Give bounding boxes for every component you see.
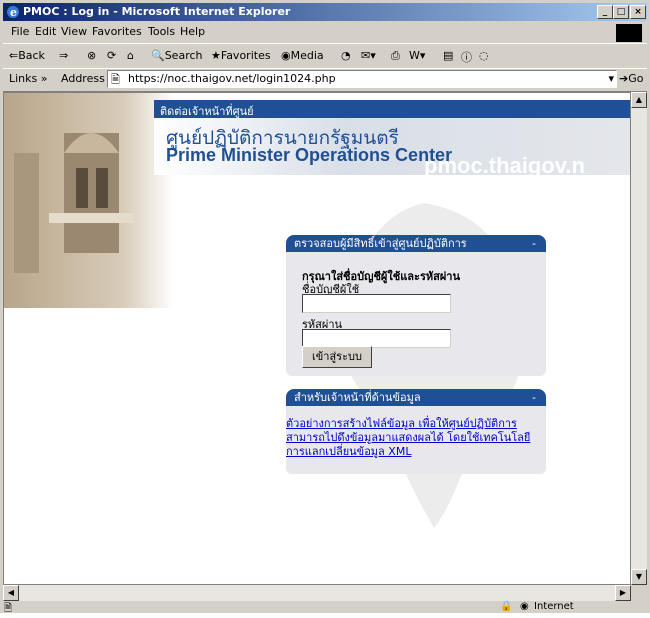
back-button[interactable]: ⇐Back (9, 49, 45, 62)
browser-window: e PMOC : Log in - Microsoft Internet Exp… (0, 0, 650, 614)
favorites-icon: ★ (211, 49, 221, 62)
horizontal-scrollbar[interactable]: ◀ ▶ (3, 585, 631, 601)
links-button[interactable]: Links » (9, 72, 48, 85)
go-label: Go (628, 72, 644, 85)
address-bar: Links » Address 🗎 https://noc.thaigov.ne… (3, 68, 647, 92)
history-icon[interactable]: ◔ (341, 49, 351, 62)
scroll-down-button[interactable]: ▼ (631, 569, 647, 585)
internet-explorer-icon: e (7, 6, 19, 19)
menu-view[interactable]: View (61, 25, 87, 38)
menu-bar: File Edit View Favorites Tools Help (3, 23, 647, 41)
window-title: PMOC : Log in - Microsoft Internet Explo… (23, 5, 291, 18)
home-icon[interactable]: ⌂ (127, 49, 134, 62)
address-label: Address (61, 72, 105, 85)
minimize-button[interactable]: _ (597, 5, 613, 19)
favorites-button[interactable]: ★Favorites (211, 49, 271, 62)
site-name-english: Prime Minister Operations Center (166, 145, 453, 165)
scroll-right-button[interactable]: ▶ (615, 585, 631, 601)
address-url: https://noc.thaigov.net/login1024.php (128, 72, 336, 85)
print-icon[interactable]: ⎙ (391, 49, 400, 63)
login-panel-title: ตรวจสอบผู้มีสิทธิ์เข้าสู่ศูนย์ปฏิบัติการ (294, 237, 467, 250)
mail-icon[interactable]: ✉▾ (361, 49, 376, 62)
login-panel-header: ตรวจสอบผู้มีสิทธิ์เข้าสู่ศูนย์ปฏิบัติการ… (286, 235, 546, 252)
data-panel-collapse-button[interactable]: - (532, 389, 536, 406)
links-label: Links (9, 72, 38, 85)
stop-icon[interactable]: ⊗ (87, 49, 96, 62)
search-button[interactable]: 🔍Search (151, 49, 203, 62)
forward-button[interactable]: ⇒ (59, 49, 68, 62)
scroll-up-button[interactable]: ▲ (631, 92, 647, 108)
page-viewport: ติดต่อเจ้าหน้าที่ศูนย์ ศูนย์ปฏิบัติการนา… (3, 92, 631, 585)
government-building-image (4, 93, 174, 308)
data-panel-header: สำหรับเจ้าหน้าที่ด้านข้อมูล - (286, 389, 546, 406)
close-button[interactable]: × (630, 5, 646, 19)
internet-zone-label: Internet (534, 601, 574, 612)
edit-icon[interactable]: W▾ (409, 49, 425, 62)
menu-edit[interactable]: Edit (35, 25, 56, 38)
scroll-left-button[interactable]: ◀ (3, 585, 19, 601)
site-watermark: pmoc.thaigov.n (424, 153, 585, 178)
chat-icon[interactable]: ◌ (479, 49, 489, 62)
menu-help[interactable]: Help (180, 25, 205, 38)
media-icon: ◉ (281, 49, 291, 62)
login-button[interactable]: เข้าสู่ระบบ (302, 346, 372, 368)
media-button[interactable]: ◉Media (281, 49, 324, 62)
status-bar: 🗎 🔒 ◉ Internet (0, 601, 650, 614)
media-label: Media (290, 49, 324, 62)
username-field[interactable] (302, 294, 451, 313)
menu-favorites[interactable]: Favorites (92, 25, 142, 38)
standard-toolbar: ⇐Back ⇒ ⊗ ⟳ ⌂ 🔍Search ★Favorites ◉Media … (3, 43, 647, 69)
page-icon: 🗎 (111, 73, 120, 86)
search-icon: 🔍 (151, 49, 165, 62)
menu-file[interactable]: File (11, 25, 29, 38)
login-panel-collapse-button[interactable]: - (532, 235, 536, 252)
vertical-scrollbar[interactable]: ▲ ▼ (631, 92, 647, 585)
xml-example-link[interactable]: ตัวอย่างการสร้างไฟล์ข้อมูล เพื่อให้ศูนย์… (286, 417, 542, 459)
windows-logo-icon (616, 24, 642, 42)
refresh-icon[interactable]: ⟳ (107, 49, 116, 62)
dropdown-arrow-icon[interactable]: ▾ (608, 71, 614, 87)
address-input[interactable]: 🗎 https://noc.thaigov.net/login1024.php … (107, 70, 617, 88)
search-label: Search (164, 49, 203, 62)
data-panel-title: สำหรับเจ้าหน้าที่ด้านข้อมูล (294, 391, 421, 404)
go-button[interactable]: ➔Go (619, 72, 643, 85)
discuss-icon[interactable]: ▤ (443, 49, 453, 62)
messenger-icon[interactable]: ⓘ (461, 49, 472, 65)
favorites-label: Favorites (220, 49, 271, 62)
lock-icon: 🔒 (500, 601, 513, 612)
internet-zone-icon: ◉ (520, 601, 529, 612)
menu-tools[interactable]: Tools (148, 25, 175, 38)
status-page-icon: 🗎 (4, 603, 13, 614)
maximize-button[interactable]: □ (613, 5, 629, 19)
svg-text:e: e (10, 6, 17, 19)
title-bar[interactable]: e PMOC : Log in - Microsoft Internet Exp… (3, 3, 647, 21)
